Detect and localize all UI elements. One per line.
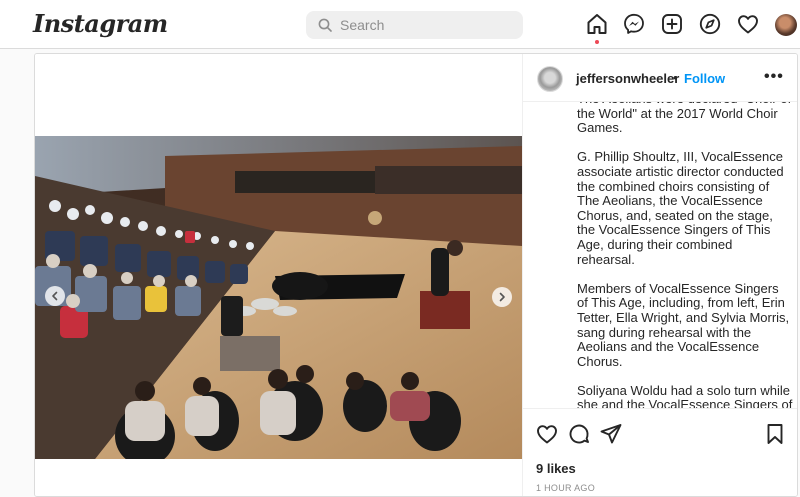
- follow-button[interactable]: Follow: [684, 71, 725, 86]
- post-timestamp[interactable]: 1 HOUR AGO: [536, 483, 595, 493]
- chevron-right-icon: [499, 292, 505, 302]
- search-input[interactable]: [340, 11, 515, 39]
- top-navigation-bar: Instagram: [0, 0, 800, 49]
- instagram-logo[interactable]: Instagram: [33, 9, 168, 38]
- comment-icon[interactable]: [567, 422, 591, 446]
- like-heart-icon[interactable]: [535, 422, 559, 446]
- caption-paragraph: G. Phillip Shoultz, III, VocalEssence as…: [577, 149, 784, 267]
- previous-image-button[interactable]: [45, 286, 65, 306]
- save-bookmark-icon[interactable]: [763, 422, 787, 446]
- messenger-icon[interactable]: [622, 12, 646, 36]
- post-header: jeffersonwheeler • Follow •••: [523, 54, 797, 102]
- chevron-left-icon: [52, 291, 58, 301]
- likes-count[interactable]: 9 likes: [536, 461, 576, 476]
- post-card: jeffersonwheeler • Follow ••• The Aeolia…: [34, 53, 798, 497]
- explore-icon[interactable]: [698, 12, 722, 36]
- caption-paragraph: Soliyana Woldu had a solo turn while she…: [577, 382, 793, 408]
- search-icon: [318, 18, 332, 32]
- author-avatar[interactable]: [537, 66, 563, 92]
- author-username[interactable]: jeffersonwheeler: [576, 71, 679, 86]
- post-actions: 9 likes 1 HOUR AGO: [523, 408, 797, 496]
- share-icon[interactable]: [599, 422, 623, 446]
- caption-paragraph: The Aeolians were declared "Choir of the…: [577, 102, 791, 136]
- activity-heart-icon[interactable]: [736, 12, 760, 36]
- caption-scroll-area[interactable]: The Aeolians were declared "Choir of the…: [523, 102, 797, 408]
- new-post-icon[interactable]: [660, 12, 684, 36]
- post-media: [35, 54, 522, 496]
- post-caption: The Aeolians were declared "Choir of the…: [577, 102, 793, 408]
- notification-dot: [595, 40, 599, 44]
- caption-paragraph: Members of VocalEssence Singers of This …: [577, 280, 790, 369]
- post-sidebar: jeffersonwheeler • Follow ••• The Aeolia…: [522, 54, 797, 496]
- profile-avatar[interactable]: [775, 14, 797, 36]
- post-photo: [35, 136, 522, 459]
- choir-rehearsal-photo: [35, 136, 522, 459]
- separator-dot: •: [673, 70, 678, 85]
- next-image-button[interactable]: [492, 287, 512, 307]
- home-icon[interactable]: [585, 12, 609, 36]
- search-box[interactable]: [306, 11, 523, 39]
- more-options-icon[interactable]: •••: [764, 68, 784, 86]
